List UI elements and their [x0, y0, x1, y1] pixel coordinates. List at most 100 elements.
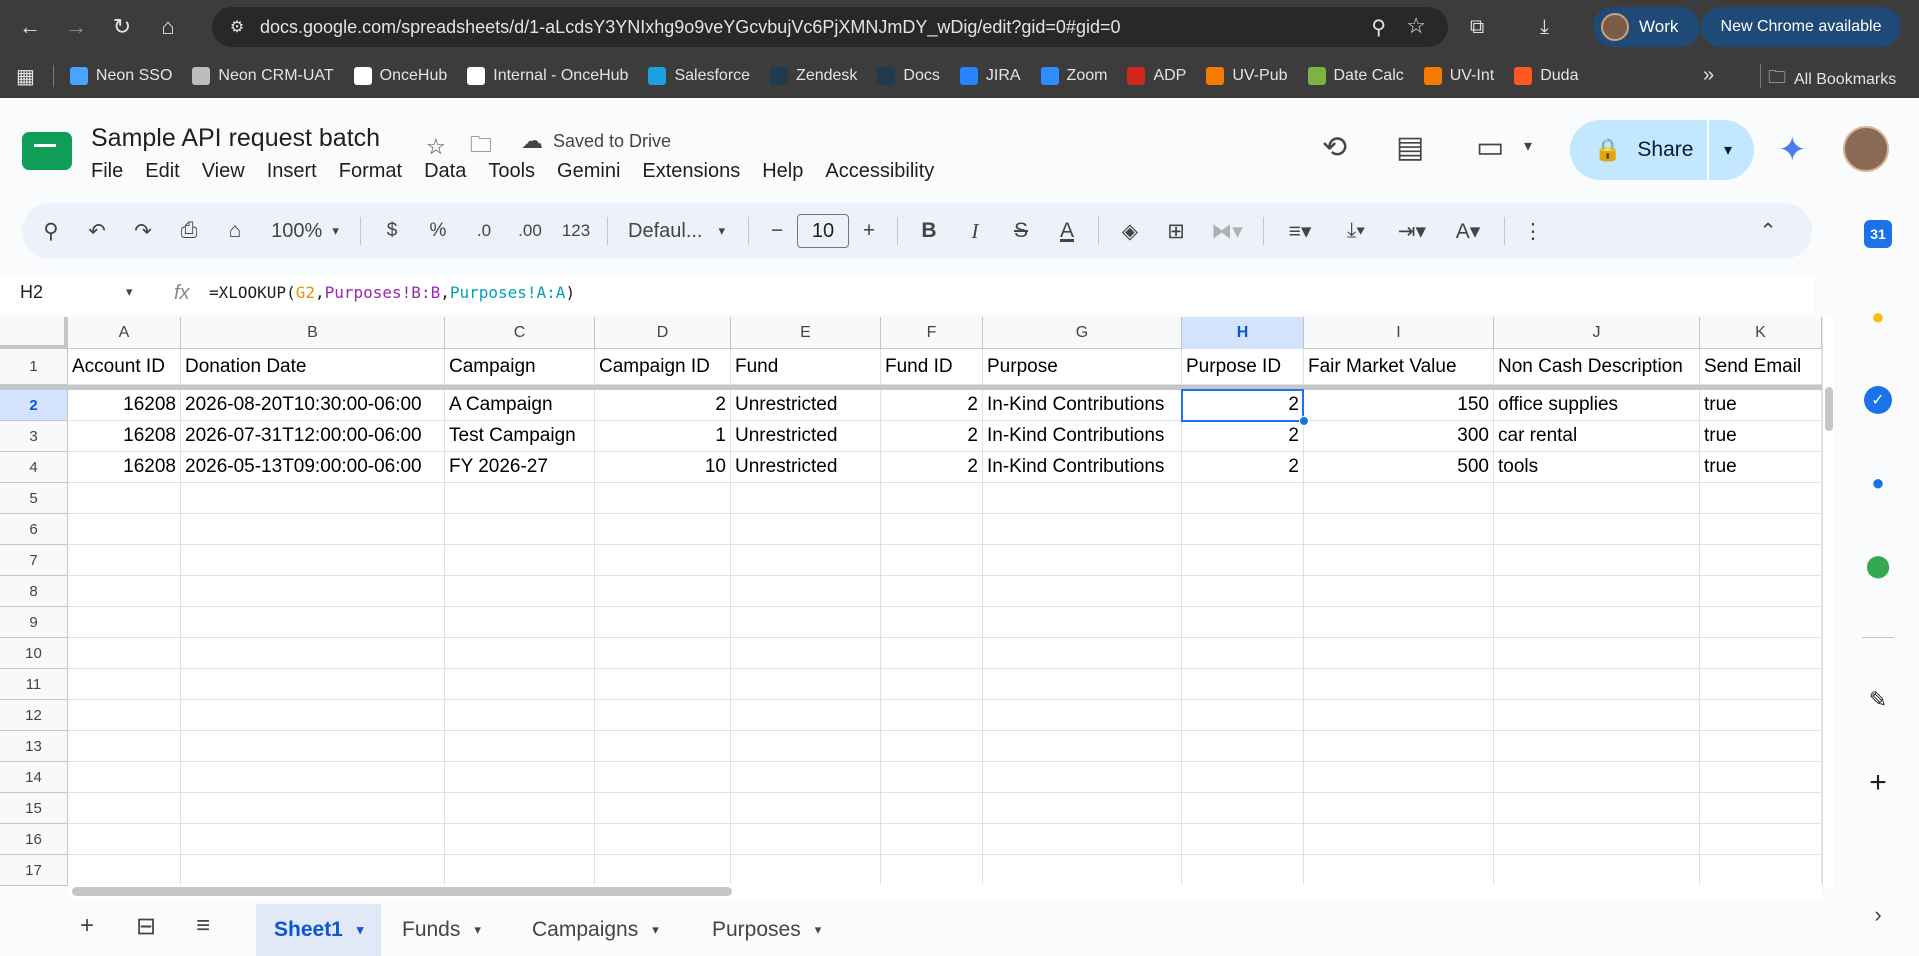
bookmark-item[interactable]: Zoom [1040, 67, 1107, 85]
table-cell[interactable] [68, 855, 181, 886]
table-cell[interactable] [595, 607, 731, 638]
table-cell[interactable] [881, 824, 983, 855]
table-cell[interactable] [181, 576, 445, 607]
table-cell[interactable] [595, 576, 731, 607]
forward-icon[interactable]: → [56, 7, 96, 47]
row-header[interactable]: 3 [0, 421, 68, 452]
table-cell[interactable] [731, 607, 881, 638]
table-cell[interactable]: A Campaign [445, 390, 595, 421]
table-cell[interactable]: Send Email [1700, 349, 1822, 385]
hide-side-panel-icon[interactable]: › [1864, 901, 1892, 929]
table-cell[interactable] [1700, 700, 1822, 731]
table-cell[interactable]: Campaign ID [595, 349, 731, 385]
table-cell[interactable] [983, 731, 1182, 762]
table-cell[interactable] [181, 545, 445, 576]
table-cell[interactable] [1700, 483, 1822, 514]
table-cell[interactable] [1182, 669, 1304, 700]
add-sheet-icon[interactable]: + [80, 912, 94, 940]
table-cell[interactable] [983, 762, 1182, 793]
row-header[interactable]: 5 [0, 483, 68, 514]
decrease-decimal-button[interactable]: .0 [461, 211, 507, 251]
maps-icon[interactable]: ⬤ [1864, 552, 1892, 580]
table-cell[interactable] [1700, 638, 1822, 669]
table-cell[interactable]: Test Campaign [445, 421, 595, 452]
table-cell[interactable] [983, 483, 1182, 514]
table-cell[interactable] [983, 638, 1182, 669]
vertical-align-icon[interactable]: ⤓▾ [1328, 211, 1384, 251]
column-header[interactable]: I [1304, 317, 1494, 349]
table-cell[interactable] [68, 638, 181, 669]
table-cell[interactable] [731, 576, 881, 607]
table-cell[interactable]: 10 [595, 452, 731, 483]
menu-item[interactable]: Insert [267, 160, 317, 183]
table-cell[interactable]: true [1700, 390, 1822, 421]
all-bookmarks-folder[interactable]: 🗀 All Bookmarks [1768, 65, 1896, 95]
table-cell[interactable] [68, 731, 181, 762]
table-cell[interactable] [68, 483, 181, 514]
table-cell[interactable] [983, 607, 1182, 638]
row-header[interactable]: 1 [0, 349, 68, 385]
sheet-tab-caret-icon[interactable]: ▾ [815, 922, 822, 938]
bookmark-item[interactable]: Date Calc [1307, 67, 1404, 85]
table-cell[interactable] [181, 793, 445, 824]
undo-icon[interactable]: ↶ [74, 211, 120, 251]
sheet-tab[interactable]: Sheet1 ▾ [256, 904, 382, 956]
table-cell[interactable] [731, 669, 881, 700]
table-cell[interactable]: Unrestricted [731, 390, 881, 421]
search-menus-icon[interactable]: ⚲ [28, 211, 74, 251]
row-header[interactable]: 12 [0, 700, 68, 731]
horizontal-align-icon[interactable]: ≡▾ [1272, 211, 1328, 251]
borders-icon[interactable]: ⊞ [1153, 211, 1199, 251]
table-cell[interactable] [1304, 669, 1494, 700]
sheet-tab-caret-icon[interactable]: ▾ [357, 922, 364, 938]
table-cell[interactable] [1182, 700, 1304, 731]
table-cell[interactable]: 2 [1182, 390, 1304, 421]
table-cell[interactable]: In-Kind Contributions [983, 390, 1182, 421]
table-cell[interactable] [1700, 607, 1822, 638]
table-cell[interactable] [731, 700, 881, 731]
table-cell[interactable]: Unrestricted [731, 452, 881, 483]
keep-icon[interactable]: ● [1864, 303, 1892, 331]
table-cell[interactable] [983, 669, 1182, 700]
table-cell[interactable] [1700, 793, 1822, 824]
decrease-font-size-icon[interactable]: − [757, 211, 797, 251]
row-header[interactable]: 10 [0, 638, 68, 669]
table-cell[interactable] [445, 545, 595, 576]
column-header[interactable]: H [1182, 317, 1304, 349]
table-cell[interactable] [1494, 545, 1700, 576]
table-cell[interactable] [731, 638, 881, 669]
table-cell[interactable] [1494, 638, 1700, 669]
table-cell[interactable] [881, 762, 983, 793]
table-cell[interactable] [68, 824, 181, 855]
table-cell[interactable]: 1 [595, 421, 731, 452]
bookmark-item[interactable]: ADP [1127, 67, 1186, 85]
table-cell[interactable] [181, 638, 445, 669]
column-header[interactable]: B [181, 317, 445, 349]
share-options-caret-icon[interactable]: ▾ [1724, 140, 1732, 160]
table-cell[interactable]: 16208 [68, 452, 181, 483]
sheet-tab[interactable]: Purposes ▾ [694, 904, 839, 956]
column-header[interactable]: E [731, 317, 881, 349]
table-cell[interactable] [1494, 669, 1700, 700]
name-box[interactable]: H2 [20, 282, 43, 303]
table-cell[interactable]: car rental [1494, 421, 1700, 452]
bookmark-item[interactable]: Zendesk [770, 67, 857, 85]
text-rotation-icon[interactable]: A▾ [1440, 211, 1496, 251]
row-header[interactable]: 2 [0, 390, 68, 421]
table-cell[interactable] [1182, 762, 1304, 793]
table-cell[interactable]: 2 [595, 390, 731, 421]
table-cell[interactable] [181, 700, 445, 731]
menu-item[interactable]: Extensions [642, 160, 740, 183]
table-cell[interactable] [1494, 855, 1700, 886]
table-cell[interactable] [1304, 514, 1494, 545]
get-addons-icon[interactable]: + [1864, 766, 1892, 799]
table-cell[interactable]: Purpose ID [1182, 349, 1304, 385]
freeze-divider[interactable] [0, 385, 1822, 390]
gemini-sparkle-icon[interactable]: ✦ [1778, 130, 1814, 169]
table-cell[interactable] [1182, 731, 1304, 762]
version-history-icon[interactable]: ⟲ [1322, 130, 1347, 165]
merge-cells-icon[interactable]: ⧓▾ [1199, 211, 1255, 251]
table-cell[interactable] [181, 731, 445, 762]
row-header[interactable]: 7 [0, 545, 68, 576]
menu-item[interactable]: Gemini [557, 160, 620, 183]
